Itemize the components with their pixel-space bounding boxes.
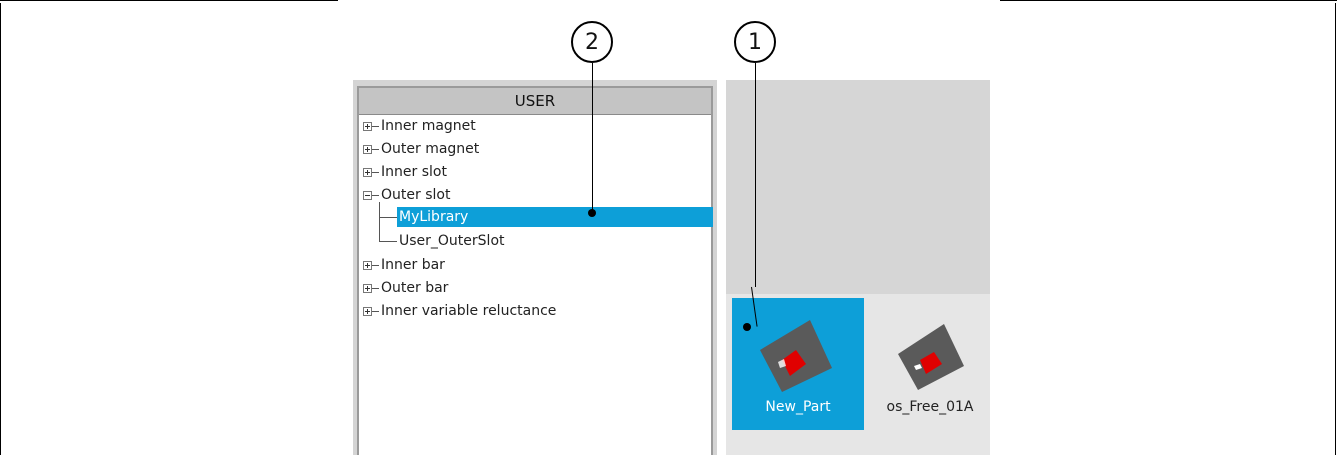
tree-item-inner-bar[interactable]: Inner bar bbox=[363, 255, 445, 275]
callout-2: 2 bbox=[571, 21, 613, 63]
expand-icon[interactable] bbox=[363, 144, 372, 154]
preview-area bbox=[726, 80, 990, 294]
expand-icon[interactable] bbox=[363, 121, 372, 131]
tree-item-inner-slot[interactable]: Inner slot bbox=[363, 162, 447, 182]
tree-item-label: Inner bar bbox=[381, 257, 445, 273]
tree-item-outer-bar[interactable]: Outer bar bbox=[363, 278, 448, 298]
expand-icon[interactable] bbox=[363, 167, 372, 177]
tree-item-label: User_OuterSlot bbox=[399, 233, 505, 249]
callout-2-pointer bbox=[588, 209, 596, 217]
tree-item-label: Outer slot bbox=[381, 187, 451, 203]
expand-icon[interactable] bbox=[363, 283, 372, 293]
tree-item-label: Outer magnet bbox=[381, 141, 480, 157]
tile-label: New_Part bbox=[765, 399, 831, 415]
callout-1-pointer bbox=[743, 323, 751, 331]
tree-item-mylibrary[interactable]: MyLibrary bbox=[399, 207, 468, 227]
expand-icon[interactable] bbox=[363, 306, 372, 316]
library-tree-panel: USER Inner magnet Outer magnet Inner slo… bbox=[353, 80, 717, 455]
tree-item-label: Inner magnet bbox=[381, 118, 476, 134]
expand-icon[interactable] bbox=[363, 260, 372, 270]
outer-slot-thumbnail-icon bbox=[760, 320, 832, 392]
callout-1-leader-vertical bbox=[755, 63, 756, 287]
tree-header[interactable]: USER bbox=[359, 88, 711, 115]
tree-connector-user-outerslot bbox=[379, 241, 397, 242]
outer-slot-thumbnail-icon bbox=[898, 324, 964, 390]
tree-connector-mylibrary bbox=[379, 217, 397, 218]
tile-label: os_Free_01A bbox=[886, 399, 974, 415]
collapse-icon[interactable] bbox=[363, 190, 372, 200]
tree-connector-vertical bbox=[379, 202, 380, 242]
frame-right-border bbox=[1335, 3, 1336, 455]
frame-top-line-left bbox=[0, 0, 338, 1]
frame-left-border bbox=[0, 3, 1, 455]
preview-panel: New_Part os_Free_01A bbox=[726, 80, 990, 455]
tree-item-outer-slot[interactable]: Outer slot bbox=[363, 185, 450, 205]
tree-item-inner-magnet[interactable]: Inner magnet bbox=[363, 116, 476, 136]
frame-top bbox=[0, 0, 1337, 4]
callout-1: 1 bbox=[734, 21, 776, 63]
part-tile-new-part[interactable]: New_Part bbox=[732, 298, 864, 430]
tree-item-label: Inner slot bbox=[381, 164, 447, 180]
tree-item-label: Outer bar bbox=[381, 280, 449, 296]
tree-item-outer-magnet[interactable]: Outer magnet bbox=[363, 139, 479, 159]
tree-item-label: MyLibrary bbox=[399, 209, 469, 225]
frame-top-line-right bbox=[1000, 0, 1337, 1]
tree-item-label: Inner variable reluctance bbox=[381, 303, 557, 319]
callout-2-leader bbox=[592, 63, 593, 213]
part-tile-os-free-01a[interactable]: os_Free_01A bbox=[864, 298, 996, 430]
tree-item-inner-variable-reluctance[interactable]: Inner variable reluctance bbox=[363, 301, 556, 321]
tree-item-user-outerslot[interactable]: User_OuterSlot bbox=[399, 231, 505, 251]
